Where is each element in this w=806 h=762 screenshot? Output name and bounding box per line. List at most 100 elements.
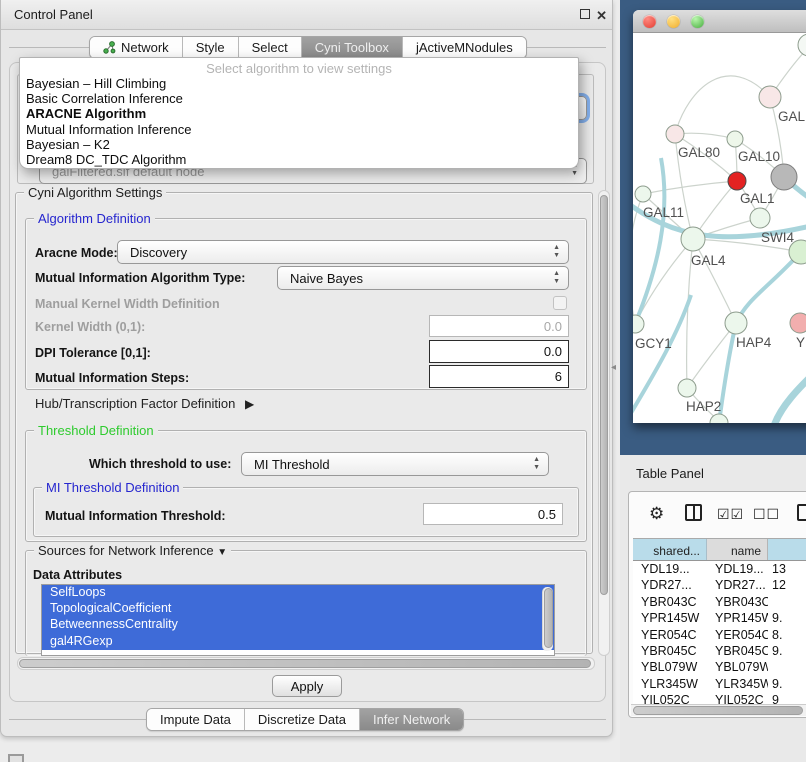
scrollbar-thumb[interactable] xyxy=(633,706,803,715)
tab-network[interactable]: Network xyxy=(90,37,183,58)
mi-type-combobox[interactable]: Naive Bayes ▲▼ xyxy=(277,266,569,290)
table-row[interactable]: YLR345W YLR345W 9. xyxy=(633,676,806,692)
minimize-traffic-icon[interactable] xyxy=(667,15,680,28)
network-node-label: GAL xyxy=(778,109,806,124)
network-edge[interactable] xyxy=(633,295,691,423)
network-node[interactable] xyxy=(678,379,696,397)
close-icon[interactable]: ✕ xyxy=(596,8,607,24)
manual-kernel-label: Manual Kernel Width Definition xyxy=(35,297,220,311)
network-node[interactable] xyxy=(633,315,644,333)
algorithm-list-item[interactable]: Bayesian – K2 xyxy=(20,137,578,152)
panel-corner-icon[interactable] xyxy=(8,754,24,762)
algorithm-list-item[interactable]: Basic Correlation Inference xyxy=(20,91,578,106)
attribute-list-item[interactable]: SelfLoops xyxy=(42,585,554,601)
algorithm-list-item[interactable]: Bayesian – Hill Climbing xyxy=(20,76,578,91)
tab-impute-data[interactable]: Impute Data xyxy=(147,709,245,730)
tab-infer-network[interactable]: Infer Network xyxy=(360,709,463,730)
network-node[interactable] xyxy=(681,227,705,251)
data-attributes-label: Data Attributes xyxy=(33,568,122,582)
splitter-collapse-arrow[interactable]: ◂ xyxy=(611,362,616,373)
table-row[interactable]: YDR27... YDR27... 12 xyxy=(633,577,806,593)
tab-select[interactable]: Select xyxy=(239,37,302,58)
tab-discretize-data[interactable]: Discretize Data xyxy=(245,709,360,730)
network-icon xyxy=(103,41,116,54)
export-table-icon[interactable] xyxy=(797,504,806,521)
table-header-row: shared... name xyxy=(633,538,806,561)
scrollbar-thumb[interactable] xyxy=(544,588,553,648)
network-node-label: Y xyxy=(796,335,805,350)
column-layout-icon[interactable] xyxy=(685,504,702,521)
network-edge[interactable] xyxy=(675,76,770,134)
algorithm-list-item[interactable]: Mutual Information Inference xyxy=(20,122,578,137)
network-node[interactable] xyxy=(728,172,746,190)
gear-icon[interactable]: ⚙ xyxy=(649,504,664,524)
network-edge[interactable] xyxy=(736,252,801,323)
tab-style[interactable]: Style xyxy=(183,37,239,58)
network-node[interactable] xyxy=(635,186,651,202)
algorithm-list-item[interactable]: Dream8 DC_TDC Algorithm xyxy=(20,152,578,167)
column-header-partial[interactable] xyxy=(768,539,806,560)
mi-steps-field[interactable]: 6 xyxy=(429,365,569,388)
settings-vertical-scrollbar[interactable] xyxy=(598,190,610,656)
tab-jactivemnodules[interactable]: jActiveMNodules xyxy=(403,37,526,58)
float-window-icon[interactable] xyxy=(580,9,590,19)
attribute-list-item[interactable]: gal4RGexp xyxy=(42,634,554,650)
network-edge[interactable] xyxy=(635,158,664,324)
table-row[interactable]: YBL079W YBL079W xyxy=(633,659,806,675)
network-node[interactable] xyxy=(727,131,743,147)
table-panel-inset: ⚙ ☑☑ ☐☐ shared... name YDL19... YDL19... xyxy=(628,491,806,718)
list-scrollbar[interactable] xyxy=(542,587,553,651)
zoom-traffic-icon[interactable] xyxy=(691,15,704,28)
network-node[interactable] xyxy=(798,34,806,56)
tab-cyni-toolbox[interactable]: Cyni Toolbox xyxy=(302,37,403,58)
attribute-list-item[interactable]: TopologicalCoefficient xyxy=(42,601,554,617)
table-row[interactable]: YER054C YER054C 8. xyxy=(633,627,806,643)
dpi-tolerance-field[interactable]: 0.0 xyxy=(429,340,569,363)
manual-kernel-checkbox[interactable] xyxy=(553,296,567,310)
column-header-name[interactable]: name xyxy=(707,539,768,560)
apply-button[interactable]: Apply xyxy=(272,675,342,697)
group-title: Threshold Definition xyxy=(34,423,158,438)
table-row[interactable]: YIL052C YIL052C 9 xyxy=(633,692,806,704)
network-canvas[interactable]: GALGAL80GAL10GAL1GAL11SWI4GAL4GCY1HAP4YH… xyxy=(633,33,806,423)
control-panel-window: Control Panel ✕ Network Style Select Cyn… xyxy=(0,0,613,737)
unchecked-columns-icon[interactable]: ☐☐ xyxy=(753,506,780,523)
group-title: Algorithm Definition xyxy=(34,211,155,226)
network-node[interactable] xyxy=(771,164,797,190)
network-edge[interactable] xyxy=(693,239,736,323)
close-traffic-icon[interactable] xyxy=(643,15,656,28)
attribute-list-item[interactable]: BetweennessCentrality xyxy=(42,617,554,633)
scrollbar-thumb[interactable] xyxy=(19,659,591,668)
aracne-mode-combobox[interactable]: Discovery ▲▼ xyxy=(117,240,569,264)
which-threshold-label: Which threshold to use: xyxy=(89,457,231,471)
sources-toggle[interactable]: Sources for Network Inference ▼ xyxy=(34,543,231,558)
network-node[interactable] xyxy=(790,313,806,333)
hub-definition-toggle[interactable]: Hub/Transcription Factor Definition ▶ xyxy=(35,396,254,411)
network-node-label: HAP4 xyxy=(736,335,772,350)
column-header-shared-name[interactable]: shared... xyxy=(633,539,707,560)
network-node-label: GAL11 xyxy=(643,205,684,220)
algorithm-list-item[interactable]: ARACNE Algorithm xyxy=(20,106,578,121)
settings-horizontal-scrollbar[interactable] xyxy=(17,657,595,670)
algorithm-list: Bayesian – Hill Climbing Basic Correlati… xyxy=(20,76,578,167)
checked-columns-icon[interactable]: ☑☑ xyxy=(717,506,744,523)
table-row[interactable]: YDL19... YDL19... 13 xyxy=(633,561,806,577)
network-edge[interactable] xyxy=(719,323,736,423)
network-edge[interactable] xyxy=(773,363,806,423)
kernel-width-field[interactable]: 0.0 xyxy=(429,315,569,337)
network-node[interactable] xyxy=(750,208,770,228)
network-node[interactable] xyxy=(666,125,684,143)
stepper-icon: ▲▼ xyxy=(553,270,560,286)
network-node[interactable] xyxy=(759,86,781,108)
table-row[interactable]: YBR045C YBR045C 9. xyxy=(633,643,806,659)
scrollbar-thumb[interactable] xyxy=(600,195,608,595)
table-horizontal-scrollbar[interactable] xyxy=(631,704,806,716)
mi-threshold-field[interactable]: 0.5 xyxy=(423,503,563,525)
network-edge[interactable] xyxy=(643,181,737,194)
table-panel: Table Panel ⚙ ☑☑ ☐☐ shared... name YDL19… xyxy=(620,455,806,762)
which-threshold-combobox[interactable]: MI Threshold ▲▼ xyxy=(241,452,549,476)
bottom-tab-bar: Impute Data Discretize Data Infer Networ… xyxy=(146,708,464,731)
table-row[interactable]: YBR043C YBR043C xyxy=(633,594,806,610)
network-node[interactable] xyxy=(725,312,747,334)
table-row[interactable]: YPR145W YPR145W 9. xyxy=(633,610,806,626)
